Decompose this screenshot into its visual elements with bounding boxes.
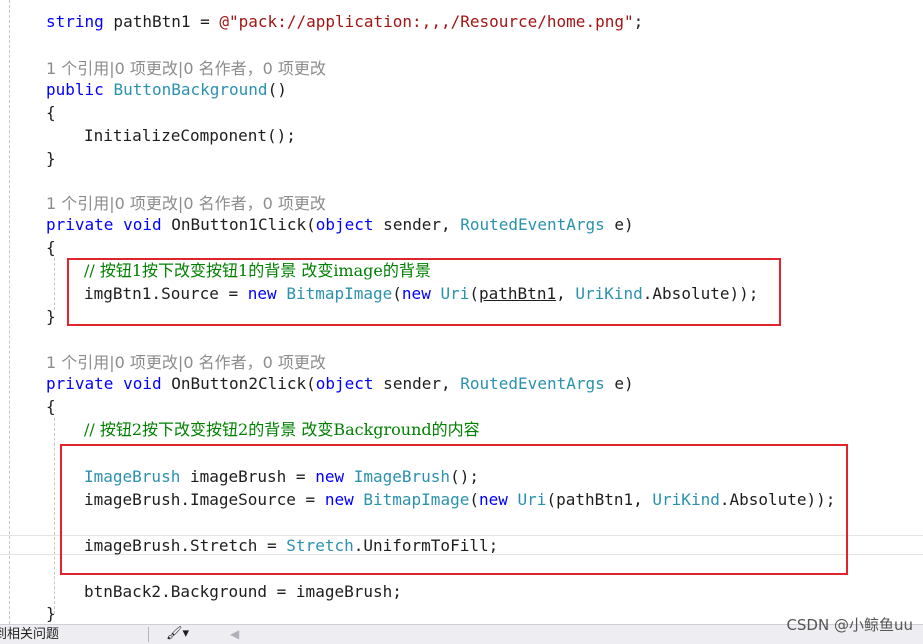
codelens-references[interactable]: 1 个引用|0 项更改|0 名作者，0 项更改: [46, 351, 326, 374]
code-line[interactable]: string pathBtn1 = @"pack://application:,…: [46, 10, 643, 33]
code-comment[interactable]: // 按钮2按下改变按钮2的背景 改变Background的内容: [84, 418, 480, 441]
highlight-box: [60, 444, 848, 575]
code-line[interactable]: {: [46, 395, 56, 418]
brush-icon[interactable]: 🖌▾: [166, 625, 189, 643]
code-line[interactable]: public ButtonBackground(): [46, 78, 287, 101]
code-line[interactable]: }: [46, 147, 56, 170]
code-line[interactable]: private void OnButton2Click(object sende…: [46, 372, 634, 395]
code-editor[interactable]: string pathBtn1 = @"pack://application:,…: [0, 0, 923, 624]
code-line[interactable]: }: [46, 305, 56, 328]
code-line[interactable]: InitializeComponent();: [84, 124, 296, 147]
arrow-left-icon[interactable]: ◀: [230, 625, 239, 643]
code-line[interactable]: {: [46, 236, 56, 259]
code-line[interactable]: {: [46, 101, 56, 124]
highlight-box: [67, 258, 781, 326]
indent-guide: [54, 418, 55, 614]
code-line[interactable]: private void OnButton1Click(object sende…: [46, 213, 634, 236]
watermark: CSDN @小鲸鱼uu: [786, 616, 913, 634]
indent-guide: [54, 258, 55, 310]
code-line[interactable]: btnBack2.Background = imageBrush;: [84, 580, 402, 603]
issues-status-text[interactable]: 到相关问题: [0, 626, 59, 644]
status-bar: 到相关问题 🖌▾ ◀: [0, 624, 923, 644]
code-line[interactable]: }: [46, 602, 56, 624]
codelens-references[interactable]: 1 个引用|0 项更改|0 名作者，0 项更改: [46, 57, 326, 80]
codelens-references[interactable]: 1 个引用|0 项更改|0 名作者，0 项更改: [46, 192, 326, 215]
indent-guide: [9, 0, 10, 624]
status-separator: [148, 627, 149, 642]
